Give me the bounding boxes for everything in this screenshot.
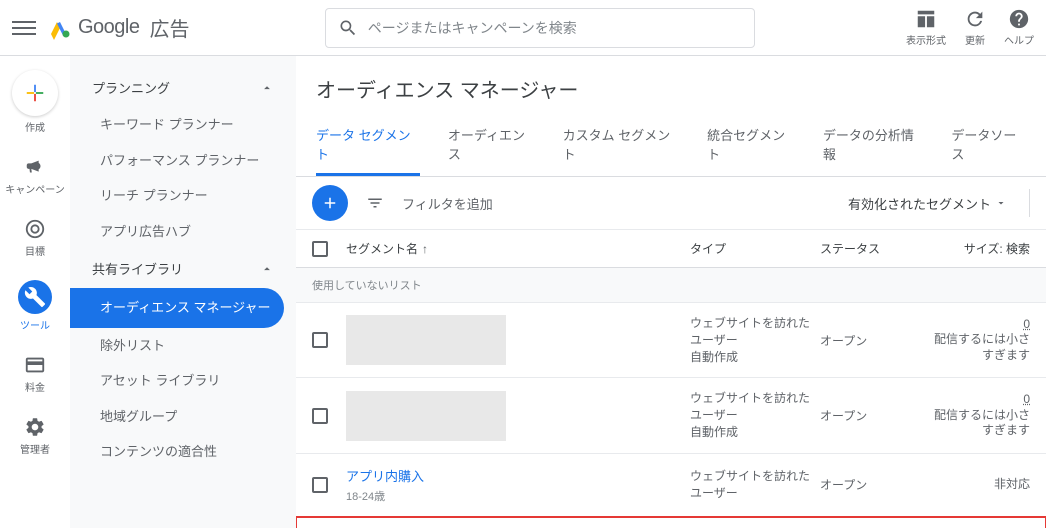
sort-asc-icon: ↑ — [422, 242, 428, 256]
select-all-checkbox[interactable] — [312, 241, 328, 257]
search-box[interactable] — [325, 8, 755, 48]
filter-icon[interactable] — [366, 194, 384, 212]
cell-size: 0配信するには小さすぎます — [930, 392, 1030, 439]
nav-reach-planner[interactable]: リーチ プランナー — [70, 178, 296, 214]
search-icon — [338, 18, 358, 38]
nav-keyword-planner[interactable]: キーワード プランナー — [70, 107, 296, 143]
nav-content-suitability[interactable]: コンテンツの適合性 — [70, 434, 296, 470]
nav-asset-library[interactable]: アセット ライブラリ — [70, 363, 296, 399]
group-header-unused: 使用していないリスト — [296, 268, 1046, 303]
cell-status: オープン — [820, 332, 930, 349]
segment-link[interactable]: アプリ内購入 — [346, 466, 424, 485]
cell-type: ウェブサイトを訪れたユーザー自動作成 — [690, 315, 820, 365]
tab-insights[interactable]: データの分析情報 — [823, 115, 923, 176]
google-ads-logo-icon — [48, 16, 72, 40]
left-rail: 作成 キャンペーン 目標 ツール 料金 管理者 — [0, 56, 70, 528]
nav-performance-planner[interactable]: パフォーマンス プランナー — [70, 143, 296, 179]
table-icon — [915, 8, 937, 30]
page-title: オーディエンス マネージャー — [296, 56, 1046, 115]
table-row[interactable]: ウェブサイトを訪れたユーザー自動作成オープン0配信するには小さすぎます — [296, 303, 1046, 378]
rail-create[interactable]: 作成 — [12, 70, 58, 134]
logo[interactable]: Google 広告 — [48, 13, 190, 42]
plus-circle-icon — [12, 70, 58, 116]
filter-label[interactable]: フィルタを追加 — [402, 194, 493, 213]
nav-audience-manager[interactable]: オーディエンス マネージャー — [70, 288, 284, 328]
nav-section-shared-library[interactable]: 共有ライブラリ — [70, 249, 296, 288]
main-content: オーディエンス マネージャー データ セグメント オーディエンス カスタム セグ… — [296, 56, 1046, 528]
sidebar: プランニング キーワード プランナー パフォーマンス プランナー リーチ プラン… — [70, 56, 296, 528]
card-icon — [24, 354, 46, 376]
cell-status: オープン — [820, 476, 930, 493]
display-format-tool[interactable]: 表示形式 — [906, 8, 946, 47]
table-row[interactable]: アプリ内購入 18-24歳 ウェブサイトを訪れたユーザーオープン非対応 — [296, 454, 1046, 517]
refresh-tool[interactable]: 更新 — [964, 8, 986, 47]
tab-audiences[interactable]: オーディエンス — [448, 115, 535, 176]
col-segment-name[interactable]: セグメント名 ↑ — [346, 240, 690, 257]
redacted-placeholder — [346, 315, 506, 365]
rail-billing[interactable]: 料金 — [24, 354, 46, 394]
cell-size: 0配信するには小さすぎます — [930, 317, 1030, 364]
segment-filter-dropdown[interactable]: 有効化されたセグメント — [848, 194, 1017, 213]
table-row[interactable]: ウェブサイトを訪れたユーザー自動作成オープン0配信するには小さすぎます — [296, 378, 1046, 453]
megaphone-icon — [24, 156, 46, 178]
help-icon — [1008, 8, 1030, 30]
header: Google 広告 表示形式 更新 ヘルプ — [0, 0, 1046, 56]
wrench-icon — [18, 280, 52, 314]
row-checkbox[interactable] — [312, 408, 328, 424]
nav-region-groups[interactable]: 地域グループ — [70, 399, 296, 435]
tab-data-sources[interactable]: データソース — [951, 115, 1026, 176]
rail-tools[interactable]: ツール — [18, 280, 52, 332]
plus-icon — [321, 194, 339, 212]
redacted-placeholder — [346, 391, 506, 441]
divider — [1029, 189, 1030, 217]
rail-admin[interactable]: 管理者 — [20, 416, 50, 456]
caret-down-icon — [995, 197, 1007, 209]
logo-text: Google — [78, 16, 140, 39]
chevron-up-icon — [260, 81, 274, 95]
col-status[interactable]: ステータス — [820, 240, 930, 257]
cell-status: オープン — [820, 407, 930, 424]
toolbar: フィルタを追加 有効化されたセグメント — [296, 177, 1046, 230]
table-row[interactable]: 最近のアクティブ ユーザー最近アクティブだったユーザーウェブサイトを訪れたユーザ… — [296, 517, 1046, 528]
row-checkbox[interactable] — [312, 477, 328, 493]
nav-app-ads-hub[interactable]: アプリ広告ハブ — [70, 214, 296, 250]
chevron-up-icon — [260, 262, 274, 276]
col-type[interactable]: タイプ — [690, 240, 820, 257]
nav-exclusion-lists[interactable]: 除外リスト — [70, 328, 296, 364]
tab-custom-segments[interactable]: カスタム セグメント — [563, 115, 679, 176]
gear-icon — [24, 416, 46, 438]
table-header: セグメント名 ↑ タイプ ステータス サイズ: 検索 — [296, 230, 1046, 268]
logo-suffix: 広告 — [150, 13, 190, 42]
rail-goals[interactable]: 目標 — [24, 218, 46, 258]
col-size[interactable]: サイズ: 検索 — [930, 240, 1030, 257]
cell-type: ウェブサイトを訪れたユーザー — [690, 468, 820, 502]
row-checkbox[interactable] — [312, 332, 328, 348]
menu-icon[interactable] — [12, 16, 36, 40]
search-input[interactable] — [368, 20, 742, 36]
refresh-icon — [964, 8, 986, 30]
tab-combined-segments[interactable]: 統合セグメント — [707, 115, 795, 176]
nav-section-planning[interactable]: プランニング — [70, 68, 296, 107]
target-icon — [24, 218, 46, 240]
tab-data-segments[interactable]: データ セグメント — [316, 115, 420, 176]
cell-type: ウェブサイトを訪れたユーザー自動作成 — [690, 390, 820, 440]
cell-size: 非対応 — [930, 477, 1030, 493]
segment-description: 18-24歳 — [346, 488, 385, 504]
rail-campaigns[interactable]: キャンペーン — [5, 156, 65, 196]
help-tool[interactable]: ヘルプ — [1004, 8, 1034, 47]
tabs: データ セグメント オーディエンス カスタム セグメント 統合セグメント データ… — [296, 115, 1046, 177]
add-button[interactable] — [312, 185, 348, 221]
